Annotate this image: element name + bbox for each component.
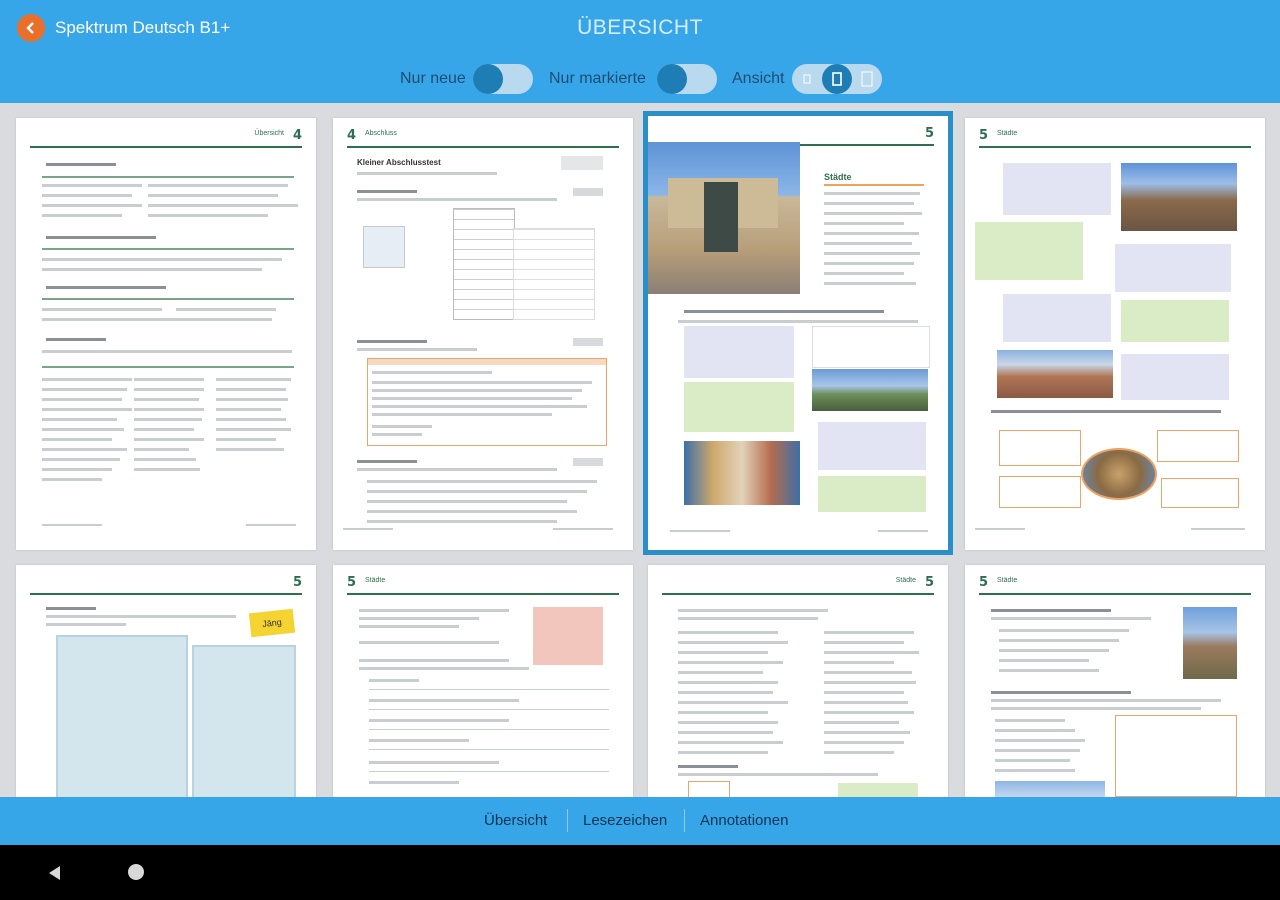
page-header: Städte 5: [979, 573, 1251, 595]
tower-photo: [1183, 607, 1237, 679]
view-label: Ansicht: [732, 70, 785, 87]
medium-page-icon: [832, 72, 842, 86]
street-photo: [684, 441, 800, 505]
page-header: Städte 5: [662, 573, 934, 595]
page-thumbnail[interactable]: Übersicht 4: [16, 118, 316, 550]
church-photo: [1081, 448, 1157, 500]
toggle-knob: [657, 64, 687, 94]
page-thumbnail[interactable]: Städte 5: [333, 565, 633, 797]
small-page-icon: [803, 74, 811, 84]
page-header: Städte 5: [979, 126, 1251, 148]
marked-only-toggle[interactable]: [657, 64, 717, 94]
page-header: Abschluss 4: [347, 126, 619, 148]
page-header: Übersicht 4: [30, 126, 302, 148]
old-town-photo: [997, 350, 1113, 398]
illustration: [533, 607, 603, 665]
page-thumbnail-selected[interactable]: 5 Städte: [643, 111, 953, 555]
tab-divider: [567, 809, 568, 832]
view-medium-option[interactable]: [822, 64, 852, 94]
tab-annotations[interactable]: Annotationen: [700, 812, 788, 829]
page-thumbnail[interactable]: 5 Jäng: [16, 565, 316, 797]
cathedral-photo: [1121, 163, 1237, 231]
tab-bookmarks[interactable]: Lesezeichen: [583, 812, 667, 829]
page-thumbnail-grid: Übersicht 4 Abschluss 4 Kleiner Abschlus…: [0, 103, 1280, 797]
tab-divider: [684, 809, 685, 832]
system-navigation-bar: [0, 845, 1280, 900]
triangle-back-icon: [49, 866, 60, 880]
page-header: Städte 5: [347, 573, 619, 595]
large-page-icon: [861, 71, 873, 87]
view-mode-selector: [792, 64, 882, 94]
nav-home-button[interactable]: [128, 864, 144, 880]
city-photo: [812, 369, 928, 411]
top-bar: Spektrum Deutsch B1+ ÜBERSICHT Nur neue …: [0, 0, 1280, 103]
new-only-label: Nur neue: [400, 70, 466, 87]
view-large-option[interactable]: [852, 64, 882, 94]
view-small-option[interactable]: [792, 64, 822, 94]
toggle-knob: [473, 64, 503, 94]
page-header: 5: [30, 573, 302, 595]
page-thumbnail[interactable]: Abschluss 4 Kleiner Abschlusstest: [333, 118, 633, 550]
sticky-note: Jäng: [248, 608, 296, 638]
filter-bar: Nur neue Nur markierte Ansicht: [0, 62, 1280, 96]
nav-back-button[interactable]: [46, 864, 64, 887]
page-thumbnail[interactable]: Städte 5: [648, 565, 948, 797]
marked-only-label: Nur markierte: [549, 70, 646, 87]
building-photo: [648, 142, 800, 294]
page-thumbnail[interactable]: Städte 5: [965, 565, 1265, 797]
bottom-tab-bar: Übersicht Lesezeichen Annotationen: [0, 797, 1280, 845]
page-thumbnail[interactable]: Städte 5: [965, 118, 1265, 550]
page-title: ÜBERSICHT: [577, 16, 703, 39]
tab-overview[interactable]: Übersicht: [484, 812, 547, 829]
new-only-toggle[interactable]: [473, 64, 533, 94]
